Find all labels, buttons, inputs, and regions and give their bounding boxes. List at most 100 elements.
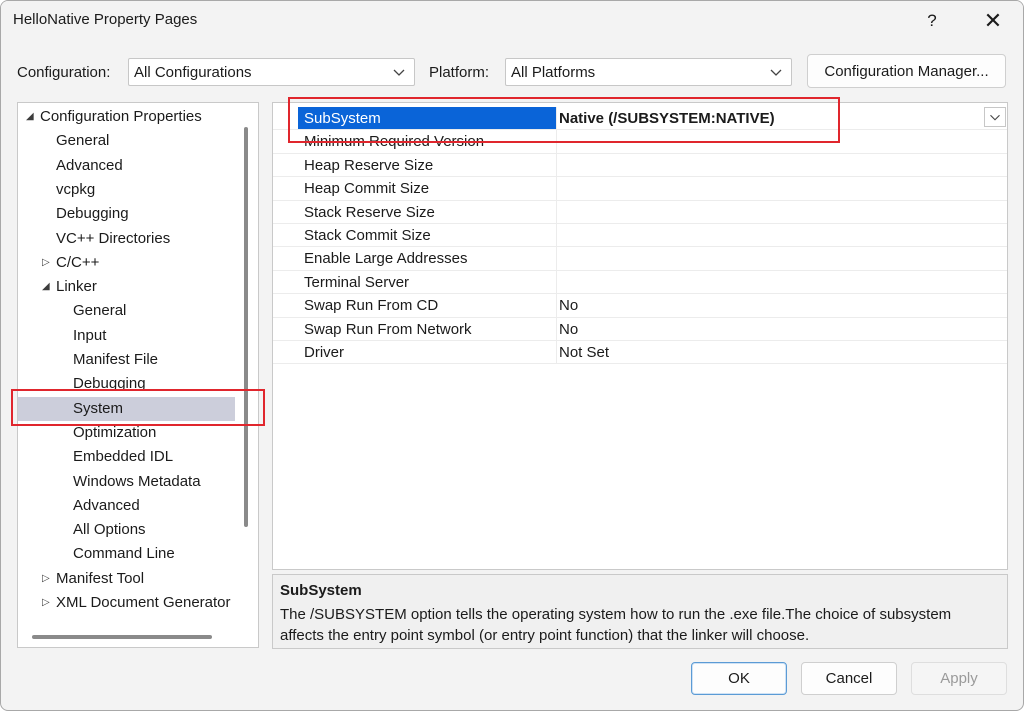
row-gutter (273, 153, 297, 177)
window-title: HelloNative Property Pages (13, 11, 198, 28)
tree-item[interactable]: Input (73, 324, 106, 348)
tree-item[interactable]: General (56, 129, 109, 153)
expanded-arrow-icon[interactable]: ◢ (42, 275, 50, 299)
property-row[interactable]: Heap Commit Size (273, 177, 1007, 201)
property-row[interactable]: Stack Commit Size (273, 224, 1007, 248)
tree-item[interactable]: Advanced (73, 494, 140, 518)
ok-button[interactable]: OK (691, 662, 787, 695)
tree-item[interactable]: Windows Metadata (73, 470, 201, 494)
tree-item[interactable]: ◢ Linker (42, 275, 97, 299)
tree-item-label: VC++ Directories (56, 229, 171, 247)
property-row[interactable]: Stack Reserve Size (273, 200, 1007, 224)
row-gutter (273, 317, 297, 340)
tree-item-label: Debugging (73, 375, 146, 393)
tree-item-label: Manifest File (73, 351, 159, 368)
row-gutter (273, 200, 297, 223)
description-panel: SubSystem The /SUBSYSTEM option tells th… (272, 574, 1008, 649)
row-gutter (273, 177, 297, 200)
property-grid: SubSystem Native (/SUBSYSTEM:NATIVE) Minim… (272, 102, 1008, 570)
property-name: Stack Commit Size (298, 224, 557, 247)
property-value[interactable]: Native (/SUBSYSTEM:NATIVE) (559, 107, 775, 129)
tree-item[interactable]: Debugging (56, 202, 129, 226)
tree-item[interactable]: Embedded IDL (73, 445, 173, 469)
tree-item-label: Linker (56, 278, 97, 296)
tree-item-label: Debugging (56, 205, 129, 223)
tree-item[interactable]: vcpkg (56, 178, 95, 202)
tree-item-label: Input (73, 326, 107, 344)
row-gutter (273, 224, 297, 247)
property-name: Swap Run From Network (298, 317, 557, 340)
property-row[interactable]: Enable Large Addresses (273, 247, 1007, 271)
tree-item[interactable]: Manifest File (73, 348, 158, 372)
property-row[interactable]: SubSystem Native (/SUBSYSTEM:NATIVE) (273, 107, 1007, 131)
apply-button[interactable]: Apply (911, 662, 1007, 695)
chevron-down-icon (990, 114, 1000, 121)
property-row[interactable]: Swap Run From CD No (273, 294, 1007, 318)
row-gutter (273, 270, 297, 294)
property-row[interactable]: Minimum Required Version (273, 130, 1007, 154)
property-name: SubSystem (298, 107, 557, 130)
configuration-dropdown[interactable]: All Configurations (128, 58, 415, 86)
property-name: Terminal Server (298, 270, 557, 294)
close-button[interactable]: ✕ (971, 5, 1015, 37)
property-row[interactable]: Terminal Server (273, 270, 1007, 295)
tree-item-label: Embedded IDL (73, 448, 174, 466)
tree-item-label: XML Document Generator (56, 594, 231, 611)
property-tree: ◢ Configuration Properties General Advanced… (17, 102, 259, 648)
tree-item[interactable]: VC++ Directories (56, 227, 170, 251)
property-row[interactable]: Driver Not Set (273, 341, 1007, 365)
description-text: The /SUBSYSTEM option tells the operatin… (280, 606, 952, 644)
collapsed-arrow-icon[interactable]: ▷ (42, 567, 50, 591)
platform-dropdown[interactable]: All Platforms (505, 58, 792, 86)
tree-item-label: Windows Metadata (73, 472, 201, 490)
row-gutter (273, 130, 297, 153)
tree-item-label: Configuration Properties (40, 108, 202, 125)
help-button[interactable]: ? (910, 5, 954, 37)
tree-item[interactable]: System (18, 396, 235, 421)
property-value[interactable]: Not Set (559, 341, 609, 363)
tree-item-label: Command Line (73, 545, 175, 563)
collapsed-arrow-icon[interactable]: ▷ (42, 251, 50, 275)
tree-item-label: All Options (73, 521, 146, 539)
row-gutter (273, 107, 297, 130)
tree-item-label: System (73, 399, 124, 417)
title-bar: HelloNative Property Pages ? ✕ (1, 1, 1023, 41)
row-gutter (273, 247, 297, 270)
property-name: Heap Reserve Size (298, 153, 557, 177)
tree-item-label: C/C++ (56, 253, 100, 271)
tree-vertical-scrollbar[interactable] (244, 127, 248, 527)
property-value[interactable]: No (559, 318, 578, 340)
property-value[interactable]: No (559, 294, 578, 316)
tree-item[interactable]: General (73, 299, 126, 323)
cancel-button[interactable]: Cancel (801, 662, 897, 695)
tree-item-label: Advanced (73, 496, 140, 514)
tree-item[interactable]: ▷ XML Document Generator (42, 591, 231, 615)
property-name: Stack Reserve Size (298, 200, 557, 223)
property-name: Heap Commit Size (298, 177, 557, 200)
configuration-manager-button[interactable]: Configuration Manager... (807, 54, 1006, 88)
tree-item[interactable]: All Options (73, 518, 146, 542)
property-name: Enable Large Addresses (298, 247, 557, 270)
tree-horizontal-scrollbar[interactable] (32, 635, 212, 639)
property-row[interactable]: Heap Reserve Size (273, 153, 1007, 178)
expanded-arrow-icon[interactable]: ◢ (26, 105, 34, 129)
property-name: Minimum Required Version (298, 130, 557, 153)
tree-item[interactable]: ▷ Manifest Tool (42, 567, 145, 591)
property-row[interactable]: Swap Run From Network No (273, 317, 1007, 341)
collapsed-arrow-icon[interactable]: ▷ (42, 591, 50, 615)
configuration-label: Configuration: (17, 64, 111, 81)
tree-item[interactable]: ▷ C/C++ (42, 251, 100, 275)
description-title: SubSystem (280, 582, 362, 599)
tree-item[interactable]: Debugging (73, 372, 146, 396)
chevron-down-icon (770, 69, 782, 76)
tree-item[interactable]: Advanced (56, 154, 123, 178)
tree-item[interactable]: Optimization (73, 421, 156, 445)
tree-item-label: Manifest Tool (56, 569, 145, 587)
tree-item[interactable]: Command Line (73, 542, 175, 566)
tree-item-label: vcpkg (56, 180, 96, 198)
subsystem-dropdown-button[interactable] (984, 107, 1006, 127)
platform-label: Platform: (429, 64, 490, 81)
tree-item[interactable]: ◢ Configuration Properties (26, 105, 202, 129)
platform-value: All Platforms (511, 64, 596, 81)
configuration-value: All Configurations (134, 64, 252, 81)
